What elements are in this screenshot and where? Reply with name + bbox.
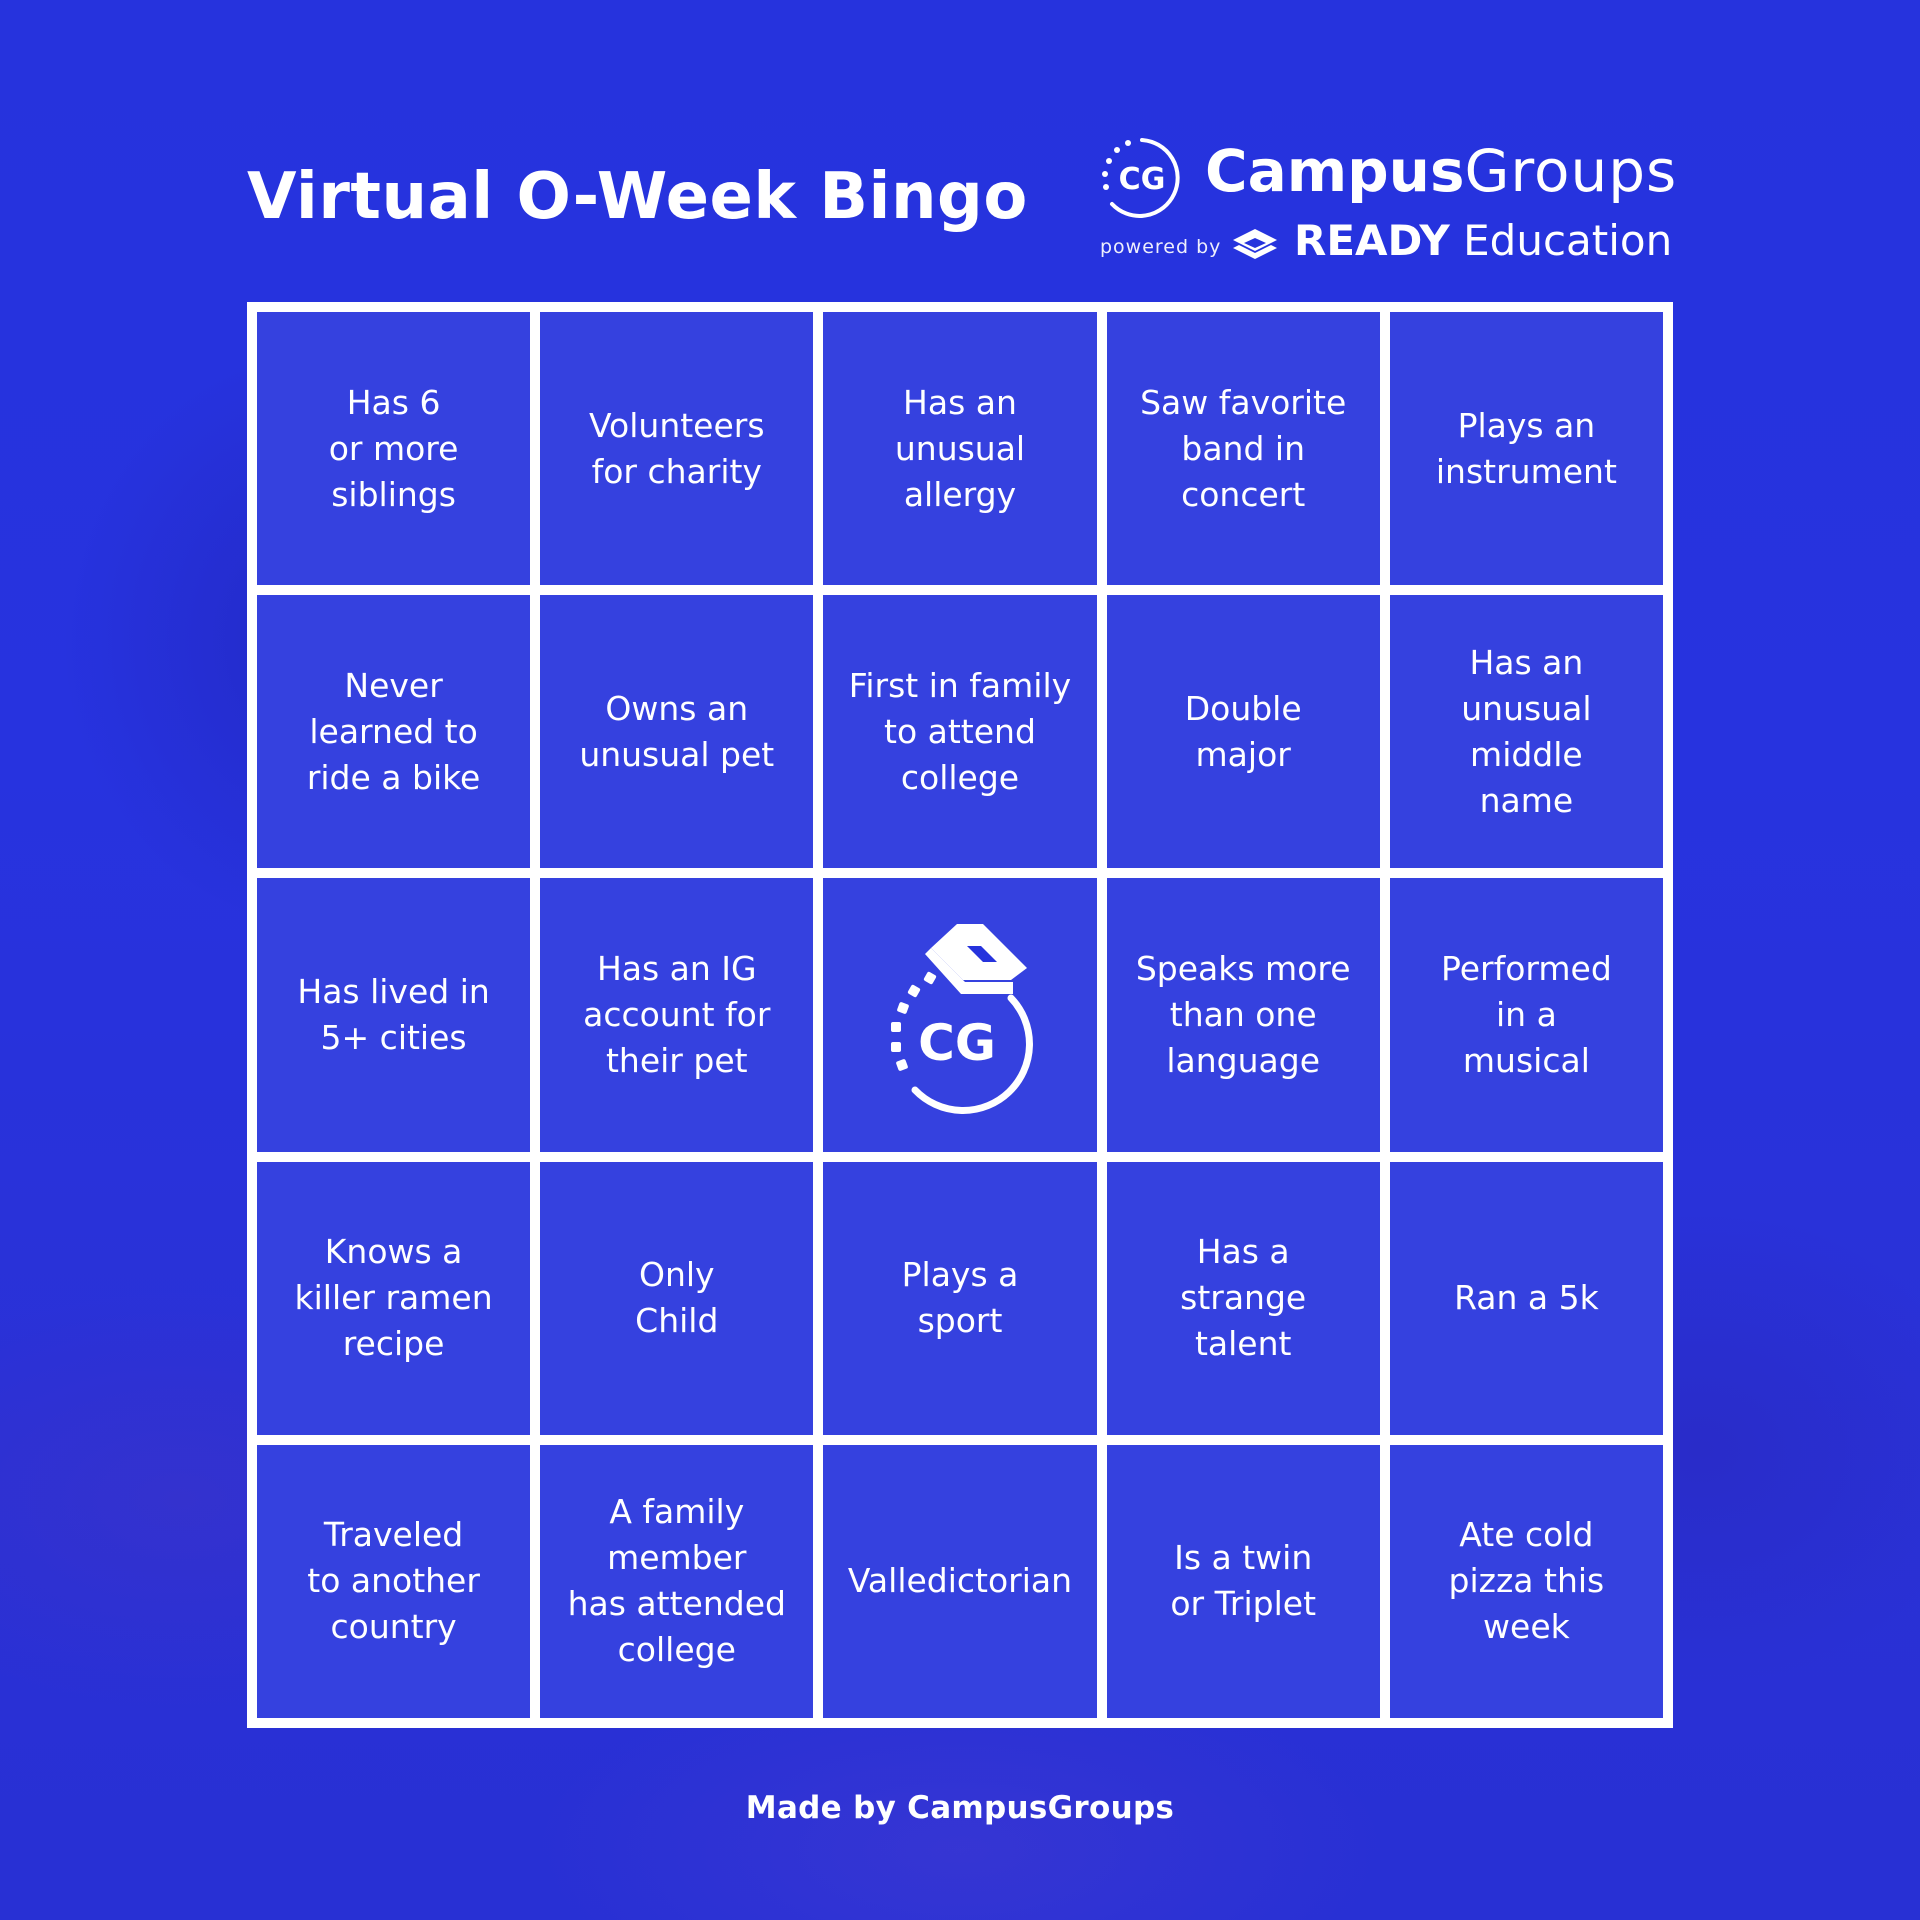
bingo-cell[interactable]: Knows a killer ramen recipe xyxy=(257,1161,531,1435)
svg-text:CG: CG xyxy=(1119,162,1166,197)
bingo-cell[interactable]: Volunteers for charity xyxy=(540,312,814,586)
bingo-cell[interactable]: Ran a 5k xyxy=(1389,1161,1663,1435)
campusgroups-circle-logo-icon: CG xyxy=(1102,138,1180,218)
footer-credit: Made by CampusGroups xyxy=(745,1790,1175,1826)
bingo-cell[interactable]: Valledictorian xyxy=(823,1444,1097,1718)
page-title: Virtual O-Week Bingo xyxy=(247,160,1028,234)
powered-by-label: powered by xyxy=(1100,236,1222,258)
svg-text:CG: CG xyxy=(918,1014,996,1072)
bingo-cell[interactable]: Double major xyxy=(1106,595,1380,869)
bingo-cell[interactable]: Is a twin or Triplet xyxy=(1106,1444,1380,1718)
bingo-cell[interactable]: Owns an unusual pet xyxy=(540,595,814,869)
bingo-cell[interactable]: Ate cold pizza this week xyxy=(1389,1444,1663,1718)
bingo-cell[interactable]: Traveled to another country xyxy=(257,1444,531,1718)
bingo-cell[interactable]: Has a strange talent xyxy=(1106,1161,1380,1435)
bingo-cell[interactable]: Has an unusual allergy xyxy=(823,312,1097,586)
bingo-cell[interactable]: A family member has attended college xyxy=(540,1444,814,1718)
bingo-cell[interactable]: First in family to attend college xyxy=(823,595,1097,869)
bingo-cell[interactable]: Plays a sport xyxy=(823,1161,1097,1435)
campusgroups-graduation-cap-logo-icon: CG xyxy=(890,923,1033,1114)
free-space-cell[interactable]: CG xyxy=(823,878,1097,1152)
bingo-cell[interactable]: Performed in a musical xyxy=(1389,878,1663,1152)
bingo-cell[interactable]: Has 6 or more siblings xyxy=(257,312,531,586)
bingo-cell[interactable]: Never learned to ride a bike xyxy=(257,595,531,869)
bingo-cell[interactable]: Has an unusual middle name xyxy=(1389,595,1663,869)
bingo-cell[interactable]: Has an IG account for their pet xyxy=(540,878,814,1152)
bingo-cell[interactable]: Plays an instrument xyxy=(1389,312,1663,586)
bingo-cell[interactable]: Speaks more than one language xyxy=(1106,878,1380,1152)
bingo-cell[interactable]: Has lived in 5+ cities xyxy=(257,878,531,1152)
bingo-cell[interactable]: Saw favorite band in concert xyxy=(1106,312,1380,586)
campusgroups-wordmark: CampusGroups xyxy=(1205,137,1678,205)
bingo-cell[interactable]: Only Child xyxy=(540,1161,814,1435)
bingo-board: Has 6 or more siblings Volunteers for ch… xyxy=(247,302,1673,1728)
brand-logo: CG CampusGroups powered by READY Educati… xyxy=(1098,130,1678,270)
ready-education-stack-icon xyxy=(1233,229,1277,259)
ready-education-wordmark: READY Education xyxy=(1294,216,1673,265)
